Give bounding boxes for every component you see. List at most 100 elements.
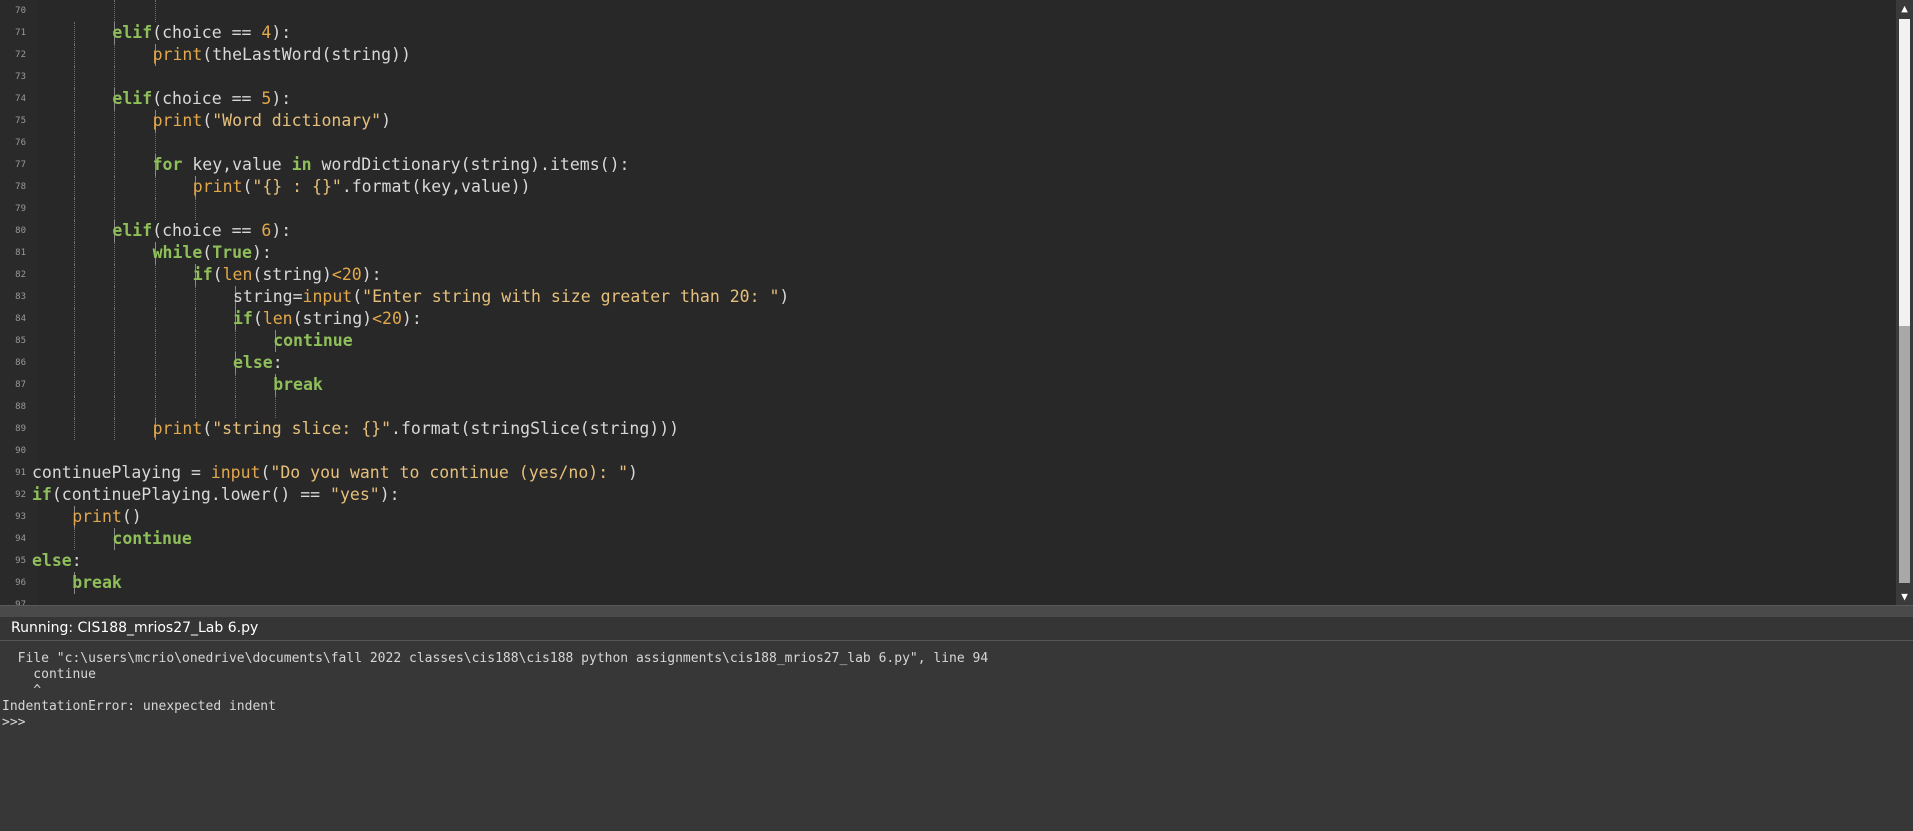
code-token: else (32, 551, 72, 570)
code-line[interactable]: 81 while(True): (0, 242, 1896, 264)
code-line[interactable]: 95 else: (0, 550, 1896, 572)
code-line[interactable]: 79 (0, 198, 1896, 220)
indent-guide (154, 330, 156, 352)
code-line[interactable]: 93 print() (0, 506, 1896, 528)
line-number: 83 (15, 292, 26, 302)
code-editor[interactable]: 70 71 elif(choice == 4): 72 print(theLastWor… (0, 0, 1896, 605)
indent-guide (194, 352, 196, 374)
indent-guide (235, 374, 236, 396)
code-text: while(True): (153, 242, 272, 264)
indent-guide (114, 374, 116, 396)
code-line[interactable]: 78 print("{} : {}".format(key,value)) (0, 176, 1896, 198)
code-token: if (233, 309, 253, 328)
code-token: print (152, 419, 203, 438)
indent-guide (74, 396, 76, 418)
code-line[interactable]: 97 (0, 594, 1896, 605)
code-token: continue (112, 529, 192, 548)
line-number: 82 (15, 270, 26, 280)
code-token: input (210, 463, 261, 482)
code-token: <20 (331, 265, 362, 284)
code-token: : (71, 551, 82, 570)
code-token: for (152, 155, 183, 174)
code-token: if (32, 485, 52, 504)
line-number: 94 (15, 534, 26, 544)
code-line[interactable]: 89 print("string slice: {}".format(string… (0, 418, 1896, 440)
code-token: 4 (261, 23, 272, 42)
code-text: continue (112, 528, 191, 550)
code-token: <20 (372, 309, 402, 328)
indent-guide (74, 418, 76, 440)
code-line[interactable]: 91 continuePlaying = input("Do you want t… (0, 462, 1896, 484)
indent-guide (114, 352, 116, 374)
code-token: ( (260, 463, 271, 482)
code-line[interactable]: 86 else: (0, 352, 1896, 374)
code-line[interactable]: 96 break (0, 572, 1896, 594)
indent-guide (74, 352, 76, 374)
code-token: print (192, 177, 243, 196)
code-token: 6 (261, 221, 272, 240)
indent-guide (235, 396, 236, 418)
code-token: ) (628, 463, 638, 482)
indent-guide (194, 286, 196, 308)
indent-guide (194, 374, 196, 396)
code-line[interactable]: 85 continue (0, 330, 1896, 352)
code-line[interactable]: 73 (0, 66, 1896, 88)
code-line[interactable]: 72 print(theLastWord(string)) (0, 44, 1896, 66)
line-number: 91 (15, 468, 26, 478)
code-token: True (212, 243, 252, 262)
indent-guide (74, 66, 76, 88)
code-line[interactable]: 94 continue (0, 528, 1896, 550)
code-line[interactable]: 70 (0, 0, 1896, 22)
indent-guide (154, 198, 156, 220)
code-text: print(theLastWord(string)) (153, 44, 411, 66)
code-token: input (302, 287, 353, 306)
code-line[interactable]: 92 if(continuePlaying.lower() == "yes"): (0, 484, 1896, 506)
line-number: 87 (15, 380, 26, 390)
code-token: "{} : {}" (252, 177, 342, 196)
indent-guide (114, 0, 116, 22)
code-line[interactable]: 90 (0, 440, 1896, 462)
code-token: if (192, 265, 213, 284)
code-line[interactable]: 80 elif(choice == 6): (0, 220, 1896, 242)
editor-vertical-scrollbar[interactable]: ▲ ▼ (1896, 0, 1913, 605)
code-line[interactable]: 74 elif(choice == 5): (0, 88, 1896, 110)
scroll-down-arrow-icon[interactable]: ▼ (1896, 588, 1913, 605)
code-token: (string) (252, 265, 332, 284)
code-token: continuePlaying = (32, 463, 211, 482)
code-token: len (222, 265, 253, 284)
indent-guide (194, 198, 196, 220)
code-token: ( (252, 309, 263, 328)
code-text: print() (72, 506, 142, 528)
code-token: ( (202, 243, 213, 262)
code-line[interactable]: 76 (0, 132, 1896, 154)
code-line[interactable]: 88 (0, 396, 1896, 418)
code-token: ): (251, 243, 272, 262)
line-number: 92 (15, 490, 26, 500)
code-line[interactable]: 75 print("Word dictionary") (0, 110, 1896, 132)
code-text: continue (273, 330, 352, 352)
code-token: while (152, 243, 203, 262)
indent-guide (114, 154, 116, 176)
line-number: 76 (15, 138, 26, 148)
code-line[interactable]: 87 break (0, 374, 1896, 396)
indent-guide (74, 110, 76, 132)
code-token: (continuePlaying.lower() == (51, 485, 331, 504)
code-token: ): (271, 89, 292, 108)
code-line[interactable]: 83 string=input("Enter string with size g… (0, 286, 1896, 308)
scroll-up-arrow-icon[interactable]: ▲ (1896, 0, 1913, 17)
code-line[interactable]: 82 if(len(string)<20): (0, 264, 1896, 286)
code-line[interactable]: 84 if(len(string)<20): (0, 308, 1896, 330)
console-output[interactable]: File "c:\users\mcrio\onedrive\documents\… (0, 641, 1913, 831)
code-line[interactable]: 71 elif(choice == 4): (0, 22, 1896, 44)
line-number: 75 (15, 116, 26, 126)
indent-guide (154, 396, 156, 418)
code-token: : (272, 353, 283, 372)
code-token: print (72, 507, 122, 526)
line-number: 84 (15, 314, 26, 324)
console-line: ^ (2, 683, 42, 698)
indent-guide (114, 44, 116, 66)
code-line[interactable]: 77 for key,value in wordDictionary(string… (0, 154, 1896, 176)
code-token: ( (202, 419, 213, 438)
scroll-thumb[interactable] (1899, 326, 1910, 583)
indent-guide (154, 352, 156, 374)
